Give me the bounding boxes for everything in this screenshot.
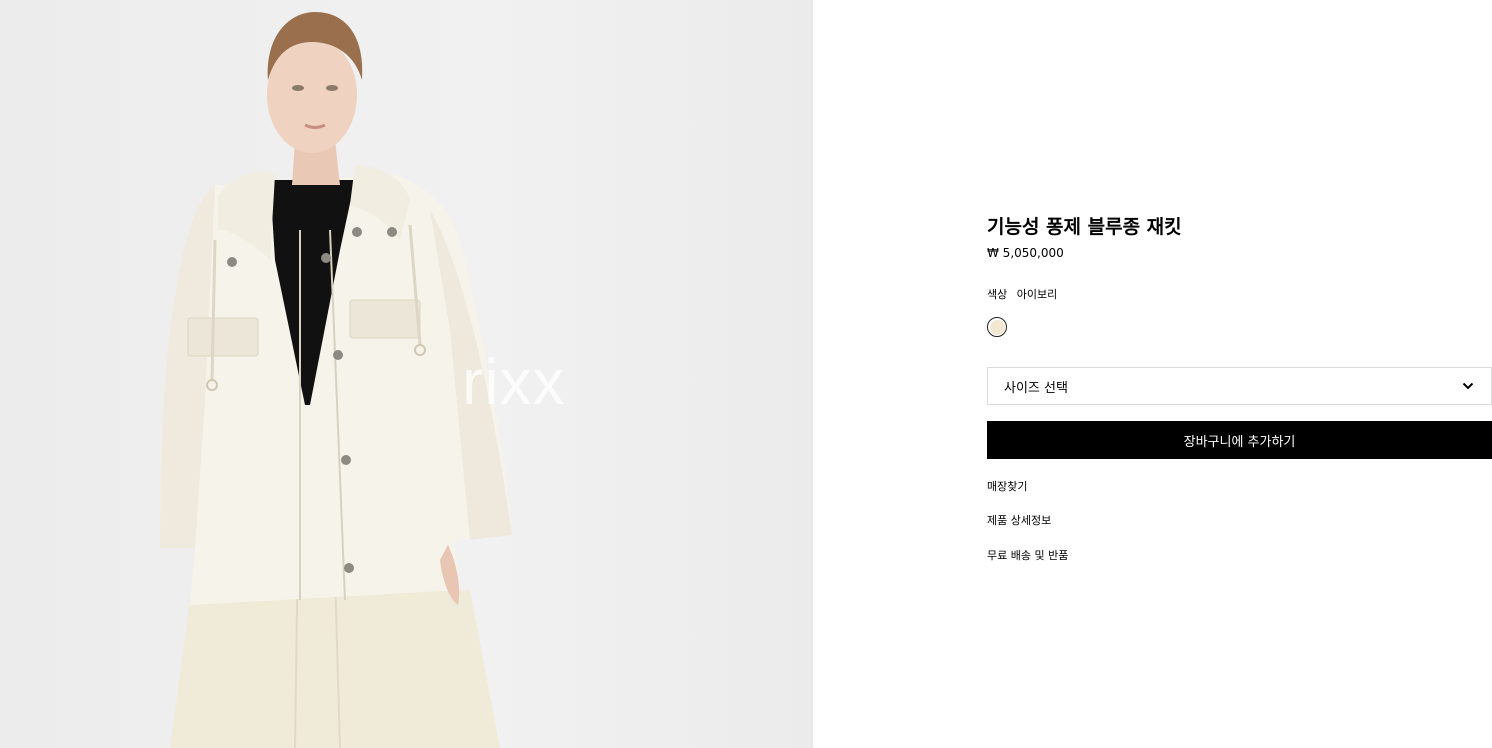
size-select[interactable]: 사이즈 선택 <box>987 367 1492 405</box>
find-store-link[interactable]: 매장찾기 <box>987 478 1027 494</box>
color-label: 색상 <box>987 288 1008 301</box>
product-page: rixx 기능성 퐁제 블루종 재킷 ₩ 5,050,000 색상 아이보리 사… <box>0 0 1492 748</box>
product-details-panel: 기능성 퐁제 블루종 재킷 ₩ 5,050,000 색상 아이보리 사이즈 선택… <box>987 0 1492 748</box>
size-select-value: 사이즈 선택 <box>1004 380 1068 396</box>
product-title: 기능성 퐁제 블루종 재킷 <box>987 216 1182 238</box>
chevron-down-icon <box>1462 382 1474 390</box>
product-details-link[interactable]: 제품 상세정보 <box>987 512 1051 528</box>
color-swatch-ivory[interactable] <box>987 317 1007 337</box>
product-price: ₩ 5,050,000 <box>987 246 1064 260</box>
model-photo <box>160 12 512 748</box>
product-image[interactable]: rixx <box>0 0 813 748</box>
swatch-fill <box>989 319 1005 335</box>
add-to-cart-button[interactable]: 장바구니에 추가하기 <box>987 421 1492 459</box>
color-info: 색상 아이보리 <box>987 286 1057 302</box>
color-value: 아이보리 <box>1016 288 1058 301</box>
shipping-returns-link[interactable]: 무료 배송 및 반품 <box>987 547 1068 563</box>
